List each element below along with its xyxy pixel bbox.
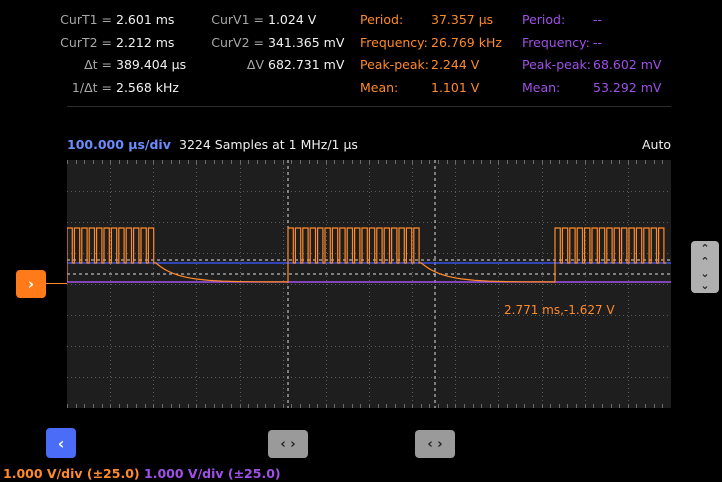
scroll-control[interactable]: ⌃ ⌃ ⌄ ⌄ [691, 241, 719, 293]
ch2-mean-value: 53.292 mV [593, 80, 662, 95]
grid [67, 160, 671, 408]
ch1-marker-button[interactable]: › [16, 270, 46, 298]
ch2-peak-peak-label: Peak-peak: [522, 57, 591, 72]
up-down-chevrons-icon: ⌃ ⌃ ⌄ ⌄ [700, 242, 710, 292]
back-button[interactable]: ‹ [46, 428, 76, 458]
inv-delta-t-label: 1/Δt = [71, 80, 112, 95]
trigger-mode[interactable]: Auto [642, 137, 671, 152]
ch1-mean-value: 1.101 V [431, 80, 480, 95]
samples-label: 3224 Samples at 1 MHz/1 µs [179, 137, 358, 152]
header-divider [67, 106, 671, 107]
ch1-peak-peak-value: 2.244 V [431, 57, 480, 72]
delta-t-label: Δt = [84, 57, 112, 72]
delta-t-value: 389.404 µs [116, 57, 187, 72]
delta-v-label: ΔV [246, 57, 264, 72]
timebase-label[interactable]: 100.000 µs/div [67, 137, 171, 152]
ch2-mean-label: Mean: [522, 80, 561, 95]
delta-v-value: 682.731 mV [268, 57, 345, 72]
curv2-label: CurV2 = [211, 35, 264, 50]
curt1-label: CurT1 = [60, 12, 112, 27]
curt2-label: CurT2 = [60, 35, 112, 50]
ch2-period-label: Period: [522, 12, 566, 27]
ch1-period-label: Period: [360, 12, 404, 27]
ch2-scale-label[interactable]: 1.000 V/div (±25.0) [144, 466, 281, 481]
ch1-frequency-label: Frequency: [360, 35, 428, 50]
ch2-frequency-value: -- [593, 35, 603, 50]
left-right-arrows-icon: ‹ › [427, 436, 443, 452]
curt2-value: 2.212 ms [116, 35, 175, 50]
ch1-trace [67, 227, 666, 283]
cursor-t1-handle[interactable]: ‹ › [415, 430, 455, 458]
chevron-left-icon: ‹ [57, 433, 65, 453]
waveform-canvas [67, 160, 671, 408]
ch1-period-value: 37.357 µs [431, 12, 494, 27]
ch1-mean-label: Mean: [360, 80, 399, 95]
ch2-frequency-label: Frequency: [522, 35, 590, 50]
ch1-scale-label[interactable]: 1.000 V/div (±25.0) [3, 466, 140, 481]
curv1-value: 1.024 V [268, 12, 317, 27]
cursor-readout: 2.771 ms,-1.627 V [504, 303, 615, 317]
ch1-offset-line [45, 283, 67, 284]
ch1-frequency-value: 26.769 kHz [431, 35, 502, 50]
chevron-right-icon: › [27, 275, 35, 293]
curt1-value: 2.601 ms [116, 12, 175, 27]
left-right-arrows-icon: ‹ › [280, 436, 296, 452]
curv1-label: CurV1 = [211, 12, 264, 27]
scope-plot[interactable]: 2.771 ms,-1.627 V [67, 160, 671, 408]
curv2-value: 341.365 mV [268, 35, 345, 50]
ch2-period-value: -- [593, 12, 603, 27]
ch1-peak-peak-label: Peak-peak: [360, 57, 429, 72]
ch2-peak-peak-value: 68.602 mV [593, 57, 662, 72]
cursor-t2-handle[interactable]: ‹ › [268, 430, 308, 458]
inv-delta-t-value: 2.568 kHz [116, 80, 179, 95]
